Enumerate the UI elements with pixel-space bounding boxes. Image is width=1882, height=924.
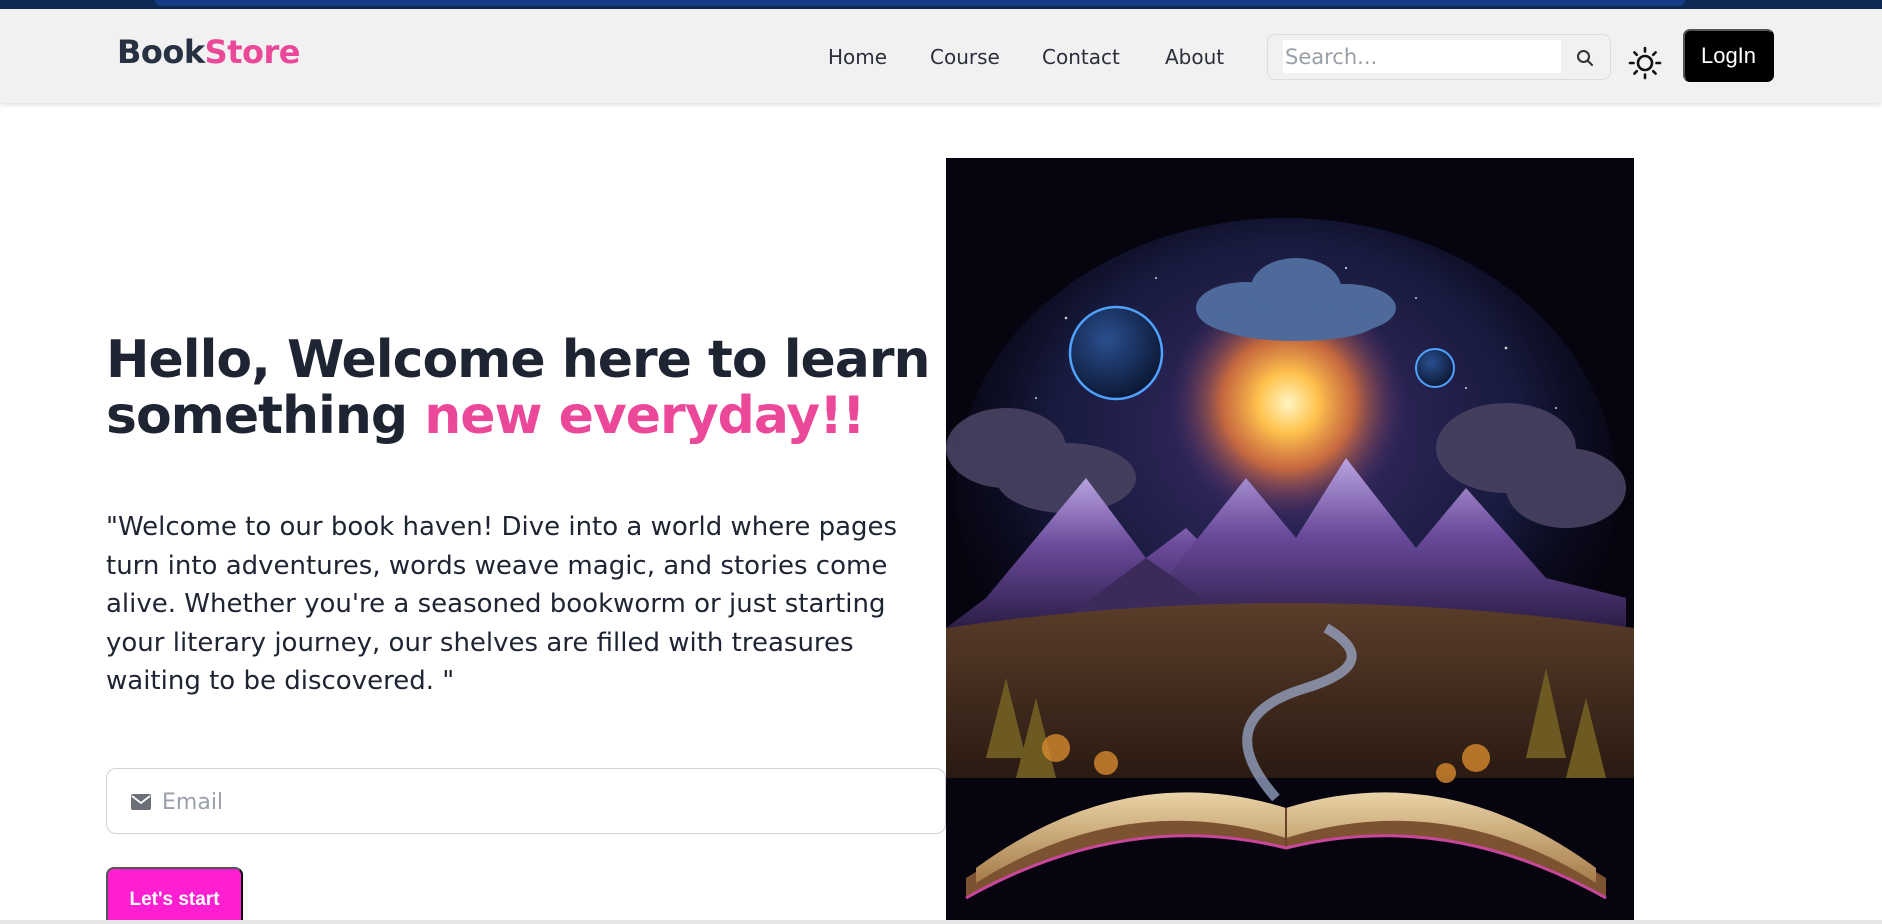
search-icon[interactable] (1575, 48, 1595, 68)
login-button[interactable]: LogIn (1683, 29, 1774, 82)
search-input[interactable] (1283, 40, 1561, 73)
hero-description: "Welcome to our book haven! Dive into a … (106, 512, 898, 696)
nav-contact[interactable]: Contact (1042, 45, 1120, 69)
email-input[interactable] (162, 783, 922, 821)
hero-title-accent: new everyday!! (424, 386, 865, 446)
nav-home[interactable]: Home (828, 45, 887, 69)
bottom-divider (0, 920, 1882, 924)
hero-title: Hello, Welcome here to learn something n… (106, 330, 931, 446)
brand-logo-part1: Book (117, 33, 205, 71)
hero-title-line2-plain: something (106, 386, 425, 446)
envelope-icon (131, 794, 151, 810)
brand-logo-part2: Store (204, 33, 301, 71)
hero-title-line1: Hello, Welcome here to learn (106, 330, 931, 390)
email-field (106, 768, 946, 834)
brand-logo[interactable]: BookStore (117, 33, 300, 71)
lets-start-button[interactable]: Let's start (106, 867, 243, 924)
top-browser-strip (0, 0, 1882, 9)
top-strip-accent (155, 0, 1685, 6)
navbar: BookStore Home Course Contact About LogI… (0, 9, 1882, 103)
search-box (1267, 34, 1611, 80)
open-book-fantasy-illustration (946, 158, 1634, 922)
nav-about[interactable]: About (1165, 45, 1224, 69)
nav-course[interactable]: Course (930, 45, 1000, 69)
hero-image (946, 158, 1634, 922)
sun-icon[interactable] (1628, 46, 1662, 80)
